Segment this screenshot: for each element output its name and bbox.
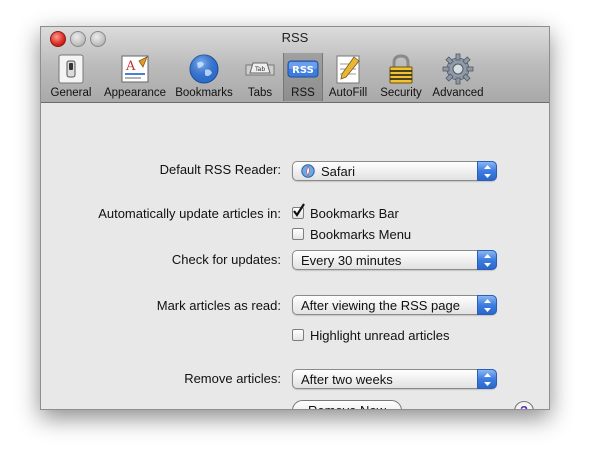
switch-icon <box>55 53 87 85</box>
help-button[interactable]: ? <box>514 401 534 409</box>
svg-text:Tab: Tab <box>254 66 265 73</box>
window-title: RSS <box>281 30 309 45</box>
remove-articles-value: After two weeks <box>301 372 393 387</box>
popup-arrows-icon <box>477 250 497 270</box>
toolbar-label: Advanced <box>432 87 484 99</box>
toolbar-security[interactable]: Security <box>376 53 426 101</box>
autofill-icon <box>332 53 364 85</box>
check-updates-label: Check for updates: <box>171 252 281 267</box>
toolbar-appearance[interactable]: A Appearance <box>99 53 171 101</box>
checkmark-icon <box>293 203 305 217</box>
preferences-window: RSS General A Appearance Bookmarks Tab T… <box>40 26 550 410</box>
appearance-icon: A <box>119 53 151 85</box>
svg-text:A: A <box>125 59 136 74</box>
mark-read-label: Mark articles as read: <box>156 298 281 313</box>
toolbar-label: Appearance <box>103 87 167 99</box>
toolbar-general[interactable]: General <box>45 53 97 101</box>
highlight-unread-label: Highlight unread articles <box>310 328 450 343</box>
remove-articles-label: Remove articles: <box>184 371 281 386</box>
toolbar-autofill[interactable]: AutoFill <box>324 53 372 101</box>
lock-icon <box>385 53 417 85</box>
toolbar-tabs[interactable]: Tab Tabs <box>239 53 281 101</box>
default-reader-popup[interactable]: Safari <box>292 161 497 181</box>
rss-icon: RSS <box>287 53 319 85</box>
toolbar-label: Security <box>380 87 422 99</box>
tab-icon: Tab <box>244 53 276 85</box>
toolbar-label: Tabs <box>247 87 273 99</box>
checkbox-box[interactable] <box>292 329 304 341</box>
popup-arrows-icon <box>477 295 497 315</box>
auto-update-label: Automatically update articles in: <box>98 206 281 221</box>
svg-text:RSS: RSS <box>292 65 314 76</box>
globe-icon <box>188 53 220 85</box>
safari-compass-icon <box>301 164 315 178</box>
check-updates-popup[interactable]: Every 30 minutes <box>292 250 497 270</box>
toolbar-rss[interactable]: RSS RSS <box>283 53 323 101</box>
toolbar-label: AutoFill <box>328 87 368 99</box>
remove-articles-popup[interactable]: After two weeks <box>292 369 497 389</box>
checkbox-box[interactable] <box>292 228 304 240</box>
bookmarks-bar-label: Bookmarks Bar <box>310 206 399 221</box>
default-reader-label: Default RSS Reader: <box>159 162 281 177</box>
titlebar: RSS General A Appearance Bookmarks Tab T… <box>41 27 549 103</box>
rss-settings-pane: Default RSS Reader: Safari Automatically… <box>41 103 549 409</box>
remove-now-button[interactable]: Remove Now <box>292 400 402 409</box>
mark-read-popup[interactable]: After viewing the RSS page <box>292 295 497 315</box>
popup-arrows-icon <box>477 161 497 181</box>
gear-icon <box>442 53 474 85</box>
toolbar-label: Bookmarks <box>175 87 233 99</box>
toolbar-label: RSS <box>291 87 315 99</box>
toolbar-bookmarks[interactable]: Bookmarks <box>172 53 236 101</box>
bookmarks-menu-label: Bookmarks Menu <box>310 227 412 242</box>
mark-read-value: After viewing the RSS page <box>301 298 460 313</box>
check-updates-value: Every 30 minutes <box>301 253 402 268</box>
popup-arrows-icon <box>477 369 497 389</box>
toolbar-advanced[interactable]: Advanced <box>429 53 487 101</box>
default-reader-value: Safari <box>321 164 355 179</box>
toolbar-label: General <box>50 87 92 99</box>
